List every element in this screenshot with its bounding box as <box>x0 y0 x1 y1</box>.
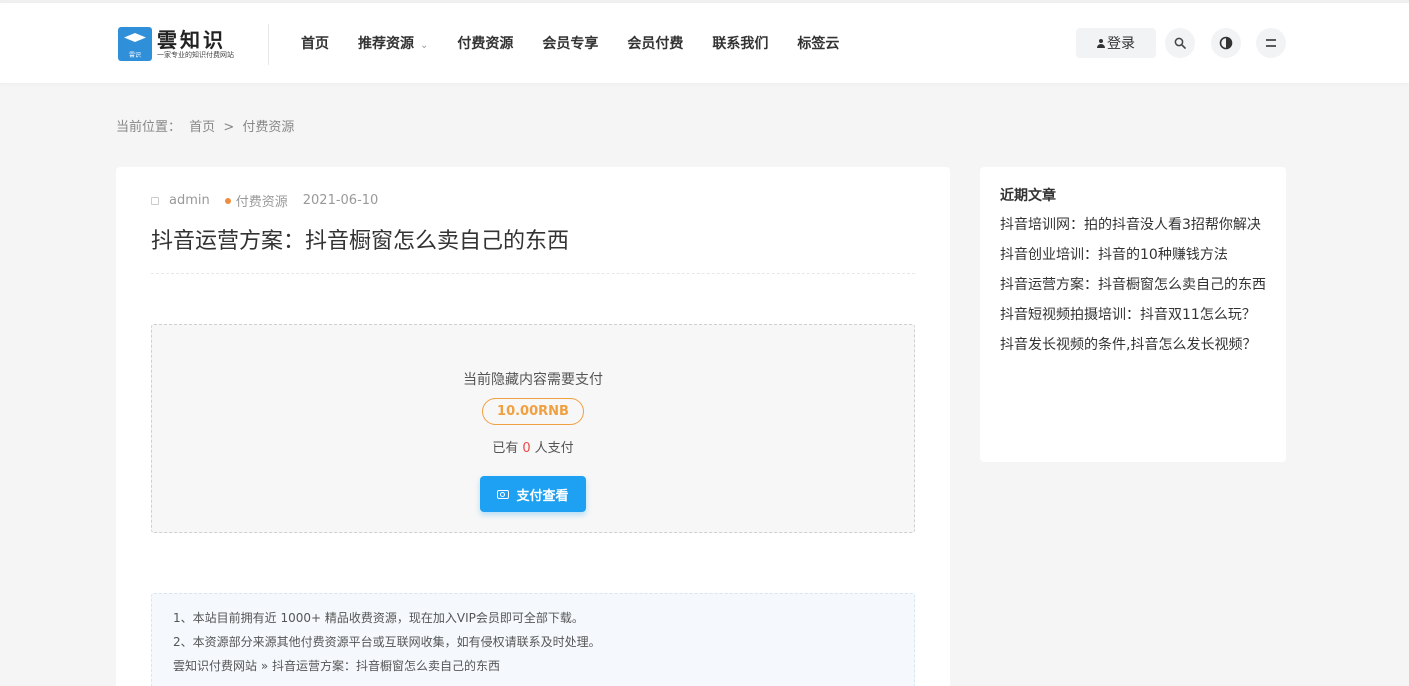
header-divider <box>268 24 269 65</box>
chevron-down-icon: ⌄ <box>420 40 429 51</box>
breadcrumb-prefix: 当前位置： <box>116 120 182 135</box>
menu-button[interactable] <box>1256 28 1286 58</box>
article-title: 抖音运营方案：抖音橱窗怎么卖自己的东西 <box>151 229 570 254</box>
logo-title: 雲知识 <box>157 27 226 52</box>
logo-icon: 雲识 <box>118 27 152 61</box>
paywall-box: 当前隐藏内容需要支付 10.00RNB 已有 0 人支付 支付查看 <box>151 324 915 533</box>
menu-icon <box>1266 39 1276 47</box>
recent-post-link[interactable]: 抖音运营方案：抖音橱窗怎么卖自己的东西 <box>1000 275 1270 295</box>
category-dot-icon <box>224 197 231 204</box>
breadcrumb: 当前位置： 首页 > 付费资源 <box>116 116 298 135</box>
graduation-cap-icon <box>124 33 146 42</box>
nav-item-label: 会员专享 <box>542 36 599 52</box>
logo-text: 雲知识 一家专业的知识付费网站 <box>157 29 234 60</box>
notice-line: 雲知识付费网站 » 抖音运营方案：抖音橱窗怎么卖自己的东西 <box>173 659 500 673</box>
author-avatar-icon <box>151 196 159 205</box>
notice-box: 1、本站目前拥有近 1000+ 精品收费资源，现在加入VIP会员即可全部下载。 … <box>151 593 915 686</box>
main-nav: 首页 推荐资源 ⌄ 付费资源 会员专享 会员付费 联系我们 标签云 <box>301 32 868 56</box>
breadcrumb-current-link[interactable]: 付费资源 <box>242 120 294 135</box>
pay-button-label: 支付查看 <box>516 488 569 504</box>
article-card: admin 付费资源 2021-06-10 抖音运营方案：抖音橱窗怎么卖自己的东… <box>116 167 950 686</box>
login-label: 登录 <box>1107 36 1135 52</box>
article-category[interactable]: 付费资源 <box>236 191 288 210</box>
theme-toggle-button[interactable] <box>1211 28 1241 58</box>
theme-toggle-icon <box>1219 36 1233 50</box>
camera-icon <box>497 489 510 499</box>
search-button[interactable] <box>1165 28 1195 58</box>
nav-item-recommended[interactable]: 推荐资源 ⌄ <box>358 32 428 56</box>
nav-item-contact[interactable]: 联系我们 <box>712 32 768 56</box>
site-header: 雲识 雲知识 一家专业的知识付费网站 首页 推荐资源 ⌄ 付费资源 会员专享 会员… <box>0 3 1409 83</box>
recent-post-link[interactable]: 抖音培训网：拍的抖音没人看3招帮你解决 <box>1000 215 1270 235</box>
article-date: 2021-06-10 <box>302 193 379 208</box>
recent-post-link[interactable]: 抖音短视频拍摄培训：抖音双11怎么玩？ <box>1000 305 1270 325</box>
nav-item-home[interactable]: 首页 <box>301 32 329 56</box>
pay-to-view-button[interactable]: 支付查看 <box>480 476 586 512</box>
recent-post-link[interactable]: 抖音创业培训：抖音的10种赚钱方法 <box>1000 245 1270 265</box>
notice-line: 1、本站目前拥有近 1000+ 精品收费资源，现在加入VIP会员即可全部下载。 <box>173 611 584 625</box>
login-button[interactable]: 登录 <box>1076 28 1156 58</box>
logo-badge-text: 雲识 <box>128 52 141 59</box>
nav-item-label: 标签云 <box>797 36 840 52</box>
logo-subtitle: 一家专业的知识付费网站 <box>157 50 234 59</box>
breadcrumb-home-link[interactable]: 首页 <box>189 120 215 135</box>
notice-line: 2、本资源部分来源其他付费资源平台或互联网收集，如有侵权请联系及时处理。 <box>173 635 601 649</box>
site-logo[interactable]: 雲识 雲知识 一家专业的知识付费网站 <box>118 25 234 63</box>
paid-suffix: 人支付 <box>534 441 574 456</box>
title-divider <box>151 273 915 274</box>
nav-item-label: 首页 <box>301 36 329 52</box>
price-badge: 10.00RNB <box>482 398 584 425</box>
nav-item-label: 付费资源 <box>457 36 514 52</box>
nav-item-label: 联系我们 <box>712 36 769 52</box>
article-meta: admin 付费资源 2021-06-10 <box>151 191 378 210</box>
nav-item-label: 推荐资源 <box>358 36 414 52</box>
nav-item-membership-payment[interactable]: 会员付费 <box>627 32 683 56</box>
search-icon <box>1174 37 1186 49</box>
breadcrumb-separator: > <box>223 120 235 135</box>
paywall-hint: 当前隐藏内容需要支付 <box>463 372 603 388</box>
nav-item-members-only[interactable]: 会员专享 <box>542 32 598 56</box>
article-author[interactable]: admin <box>169 193 210 208</box>
nav-item-paid-resources[interactable]: 付费资源 <box>457 32 513 56</box>
recent-posts-widget: 近期文章 抖音培训网：拍的抖音没人看3招帮你解决 抖音创业培训：抖音的10种赚钱… <box>980 167 1286 462</box>
nav-item-label: 会员付费 <box>627 36 684 52</box>
paid-prefix: 已有 <box>492 441 519 456</box>
paid-count-line: 已有 0 人支付 <box>152 437 914 456</box>
user-icon <box>1097 38 1105 48</box>
recent-post-link[interactable]: 抖音发长视频的条件,抖音怎么发长视频？ <box>1000 335 1270 355</box>
paid-count: 0 <box>522 441 531 456</box>
nav-item-tag-cloud[interactable]: 标签云 <box>797 32 839 56</box>
widget-title: 近期文章 <box>1000 188 1056 204</box>
